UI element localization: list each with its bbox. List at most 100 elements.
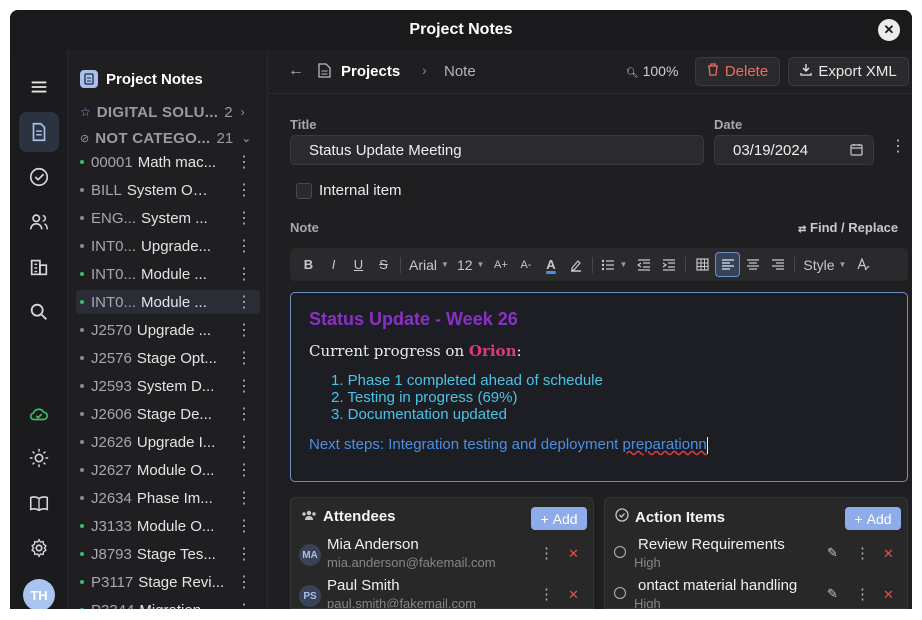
more-options-icon[interactable]: ⋮	[236, 152, 252, 172]
note-list-item[interactable]: J2570 Upgrade ... ⋮	[76, 318, 260, 342]
outdent-icon[interactable]	[631, 252, 656, 277]
more-options-icon[interactable]: ⋮	[236, 460, 252, 480]
users-icon[interactable]	[19, 202, 59, 242]
more-options-icon[interactable]: ⋮	[539, 585, 554, 603]
font-family-select[interactable]: Arial ▼	[405, 252, 453, 277]
note-list-item[interactable]: J2606 Stage De... ⋮	[76, 402, 260, 426]
note-list-item[interactable]: INT0... Module ... ⋮	[76, 290, 260, 314]
more-options-icon[interactable]: ⋮	[539, 544, 554, 562]
remove-icon[interactable]: ✕	[883, 587, 894, 603]
more-options-icon[interactable]: ⋮	[890, 136, 906, 156]
bold-button[interactable]: B	[296, 252, 321, 277]
note-list-item[interactable]: P3344 Migration... ⋮	[76, 598, 260, 609]
align-center-icon[interactable]	[740, 252, 765, 277]
align-left-icon[interactable]	[715, 252, 741, 277]
more-options-icon[interactable]: ⋮	[236, 180, 252, 200]
group-digital-solutions[interactable]: ☆ DIGITAL SOLU... 2 ›	[80, 100, 264, 124]
search-icon[interactable]	[19, 292, 59, 332]
note-list-item[interactable]: J2626 Upgrade I... ⋮	[76, 430, 260, 454]
note-list-item[interactable]: 00001 Math mac... ⋮	[76, 150, 260, 174]
remove-icon[interactable]: ✕	[568, 587, 579, 603]
cloud-sync-icon[interactable]	[19, 394, 59, 434]
sun-icon[interactable]	[19, 438, 59, 478]
note-list-item[interactable]: ENG... System ... ⋮	[76, 206, 260, 230]
more-options-icon[interactable]: ⋮	[236, 544, 252, 564]
more-options-icon[interactable]: ⋮	[236, 348, 252, 368]
breadcrumb-projects[interactable]: Projects	[341, 63, 400, 80]
more-options-icon[interactable]: ⋮	[236, 376, 252, 396]
note-editor[interactable]: Status Update - Week 26 Current progress…	[290, 292, 908, 482]
bullet-list-icon[interactable]: ▼	[597, 252, 631, 277]
more-options-icon[interactable]: ⋮	[236, 600, 252, 609]
highlight-icon[interactable]	[563, 252, 588, 277]
more-options-icon[interactable]: ⋮	[236, 208, 252, 228]
note-list-item[interactable]: J8793 Stage Tes... ⋮	[76, 542, 260, 566]
note-list-item[interactable]: J2576 Stage Opt... ⋮	[76, 346, 260, 370]
export-xml-button[interactable]: Export XML	[788, 57, 909, 86]
more-options-icon[interactable]: ⋮	[236, 572, 252, 592]
italic-button[interactable]: I	[321, 252, 346, 277]
calendar-icon[interactable]	[850, 143, 863, 160]
star-icon: ☆	[80, 105, 91, 119]
attendee-row[interactable]: MA Mia Anderson mia.anderson@fakemail.co…	[299, 536, 589, 572]
note-list-item[interactable]: INT0... Module ... ⋮	[76, 262, 260, 286]
edit-pencil-icon[interactable]: ✎	[827, 545, 838, 561]
note-list-item[interactable]: INT0... Upgrade... ⋮	[76, 234, 260, 258]
check-circle-icon[interactable]	[19, 157, 59, 197]
style-select[interactable]: Style ▼	[799, 252, 850, 277]
note-list-item[interactable]: J2593 System D... ⋮	[76, 374, 260, 398]
note-list-item[interactable]: J2627 Module O... ⋮	[76, 458, 260, 482]
add-action-button[interactable]: + Add	[845, 507, 901, 530]
book-icon[interactable]	[19, 483, 59, 523]
zoom-level[interactable]: 🔍︎ 100%	[626, 63, 678, 79]
align-right-icon[interactable]	[765, 252, 790, 277]
complete-toggle-icon[interactable]	[614, 546, 626, 558]
internal-item-checkbox[interactable]	[296, 183, 312, 199]
action-item-row[interactable]: Review Requirements High ✎ ⋮ ✕	[613, 536, 903, 572]
group-not-categorized[interactable]: ⊘ NOT CATEGO... 21 ⌄	[80, 126, 264, 150]
more-options-icon[interactable]: ⋮	[855, 544, 870, 562]
more-options-icon[interactable]: ⋮	[855, 585, 870, 603]
more-options-icon[interactable]: ⋮	[236, 236, 252, 256]
font-size-select[interactable]: 12 ▼	[453, 252, 489, 277]
indent-icon[interactable]	[656, 252, 681, 277]
more-options-icon[interactable]: ⋮	[236, 320, 252, 340]
attendee-row[interactable]: PS Paul Smith paul.smith@fakemail.com ⋮ …	[299, 577, 589, 608]
add-attendee-button[interactable]: + Add	[531, 507, 587, 530]
notes-icon[interactable]	[19, 112, 59, 152]
more-options-icon[interactable]: ⋮	[236, 516, 252, 536]
list-item: 3. Documentation updated	[331, 406, 507, 423]
remove-icon[interactable]: ✕	[568, 546, 579, 562]
more-options-icon[interactable]: ⋮	[236, 488, 252, 508]
table-icon[interactable]	[690, 252, 715, 277]
list-item: 2. Testing in progress (69%)	[331, 389, 518, 406]
more-options-icon[interactable]: ⋮	[236, 404, 252, 424]
title-input[interactable]: Status Update Meeting	[290, 135, 704, 165]
note-list-item[interactable]: P3117 Stage Revi... ⋮	[76, 570, 260, 594]
more-options-icon[interactable]: ⋮	[236, 264, 252, 284]
date-input[interactable]: 03/19/2024	[714, 135, 874, 165]
edit-pencil-icon[interactable]: ✎	[827, 586, 838, 602]
underline-button[interactable]: U	[346, 252, 371, 277]
clear-format-icon[interactable]	[850, 252, 875, 277]
complete-toggle-icon[interactable]	[614, 587, 626, 599]
note-list-item[interactable]: J3133 Module O... ⋮	[76, 514, 260, 538]
buildings-icon[interactable]	[19, 247, 59, 287]
note-list-item[interactable]: BILL System Opt... ⋮	[76, 178, 260, 202]
find-replace-button[interactable]: ⇄ Find / Replace	[798, 220, 898, 235]
text-color-button[interactable]: A	[538, 252, 563, 277]
close-icon[interactable]: ✕	[878, 19, 900, 41]
back-arrow-icon[interactable]: ←	[288, 62, 304, 80]
strikethrough-button[interactable]: S	[371, 252, 396, 277]
delete-button[interactable]: Delete	[695, 57, 780, 86]
increase-font-button[interactable]: A+	[488, 252, 513, 277]
note-list-item[interactable]: J2634 Phase Im... ⋮	[76, 486, 260, 510]
menu-icon[interactable]	[19, 67, 59, 107]
decrease-font-button[interactable]: A-	[513, 252, 538, 277]
user-avatar[interactable]: TH	[23, 579, 55, 609]
more-options-icon[interactable]: ⋮	[236, 292, 252, 312]
gear-icon[interactable]	[19, 528, 59, 568]
more-options-icon[interactable]: ⋮	[236, 432, 252, 452]
remove-icon[interactable]: ✕	[883, 546, 894, 562]
action-item-row[interactable]: ontact material handling High ✎ ⋮ ✕	[613, 577, 903, 608]
